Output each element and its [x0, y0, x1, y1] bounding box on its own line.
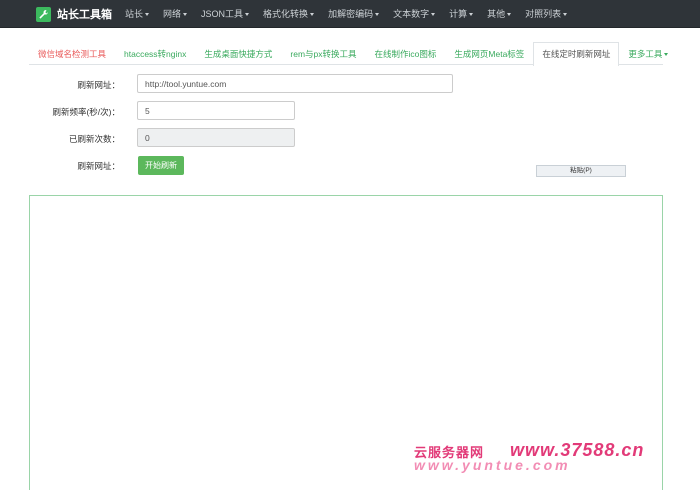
tab-label: 生成桌面快捷方式: [204, 49, 273, 59]
nav-item-6[interactable]: 计算: [442, 0, 480, 28]
count-input: [137, 128, 295, 147]
tab-7[interactable]: 更多工具: [619, 42, 677, 65]
caret-down-icon: [507, 13, 512, 17]
nav-item-label: 计算: [449, 9, 468, 19]
nav-item-7[interactable]: 其他: [480, 0, 518, 28]
url-input[interactable]: [137, 74, 453, 93]
watermark-cn: 云服务器网: [414, 445, 485, 460]
watermark: www.yuntue.com 云服务器网 www.37588.cn: [414, 440, 684, 473]
wrench-icon: [36, 6, 51, 22]
tab-label: 生成网页Meta标签: [454, 49, 525, 59]
watermark-url: www.37588.cn: [510, 440, 645, 460]
paste-button[interactable]: 粘贴(P): [536, 165, 626, 177]
nav-item-3[interactable]: 格式化转换: [256, 0, 321, 28]
nav-item-label: 对照列表: [525, 9, 562, 19]
caret-down-icon: [145, 13, 150, 17]
tab-label: 更多工具: [628, 49, 663, 59]
nav-item-2[interactable]: JSON工具: [194, 0, 256, 28]
tab-0[interactable]: 微信域名检测工具: [29, 42, 115, 65]
tab-4[interactable]: 在线制作ico图标: [366, 42, 446, 65]
nav-item-label: 加解密编码: [328, 9, 374, 19]
nav-item-label: JSON工具: [201, 9, 244, 19]
main-menu: 站长 网络 JSON工具 格式化转换 加解密编码 文本数字 计算 其他 对照列表: [118, 0, 574, 28]
caret-down-icon: [310, 13, 315, 17]
tab-label: 微信域名检测工具: [38, 49, 107, 59]
frequency-input[interactable]: [137, 101, 295, 120]
top-navbar: 站长工具箱 站长 网络 JSON工具 格式化转换 加解密编码 文本数字 计算 其他 对照列表: [0, 0, 700, 28]
tab-label: htaccess转nginx: [124, 49, 187, 59]
caret-down-icon: [664, 53, 669, 57]
nav-item-8[interactable]: 对照列表: [518, 0, 574, 28]
tab-label: 在线定时刷新网址: [542, 49, 611, 59]
action-label: 刷新网址：: [77, 161, 120, 171]
url-label: 刷新网址：: [77, 80, 120, 90]
nav-item-1[interactable]: 网络: [156, 0, 194, 28]
frequency-label: 刷新频率(秒/次)：: [52, 107, 120, 117]
tab-3[interactable]: rem与px转换工具: [281, 42, 365, 65]
nav-item-label: 文本数字: [393, 9, 430, 19]
nav-item-5[interactable]: 文本数字: [386, 0, 442, 28]
brand-title: 站长工具箱: [57, 9, 112, 21]
nav-item-label: 其他: [487, 9, 506, 19]
nav-item-label: 站长: [125, 9, 144, 19]
tab-label: rem与px转换工具: [290, 49, 357, 59]
count-label: 已刷新次数：: [68, 134, 120, 144]
caret-down-icon: [245, 13, 250, 17]
caret-down-icon: [469, 13, 474, 17]
nav-item-4[interactable]: 加解密编码: [321, 0, 386, 28]
tab-2[interactable]: 生成桌面快捷方式: [195, 42, 281, 65]
tab-label: 在线制作ico图标: [374, 49, 437, 59]
nav-item-0[interactable]: 站长: [118, 0, 156, 28]
caret-down-icon: [431, 13, 436, 17]
tab-1[interactable]: htaccess转nginx: [115, 42, 195, 65]
caret-down-icon: [183, 13, 188, 17]
nav-item-label: 网络: [163, 9, 182, 19]
tab-5[interactable]: 生成网页Meta标签: [445, 42, 533, 65]
caret-down-icon: [375, 13, 380, 17]
nav-item-label: 格式化转换: [263, 9, 309, 19]
caret-down-icon: [563, 13, 568, 17]
start-refresh-button[interactable]: 开始刷新: [138, 156, 184, 175]
tool-tabs: 微信域名检测工具 htaccess转nginx 生成桌面快捷方式 rem与px转换工具…: [29, 42, 669, 66]
brand[interactable]: 站长工具箱: [36, 6, 112, 22]
tab-6[interactable]: 在线定时刷新网址: [533, 42, 620, 66]
